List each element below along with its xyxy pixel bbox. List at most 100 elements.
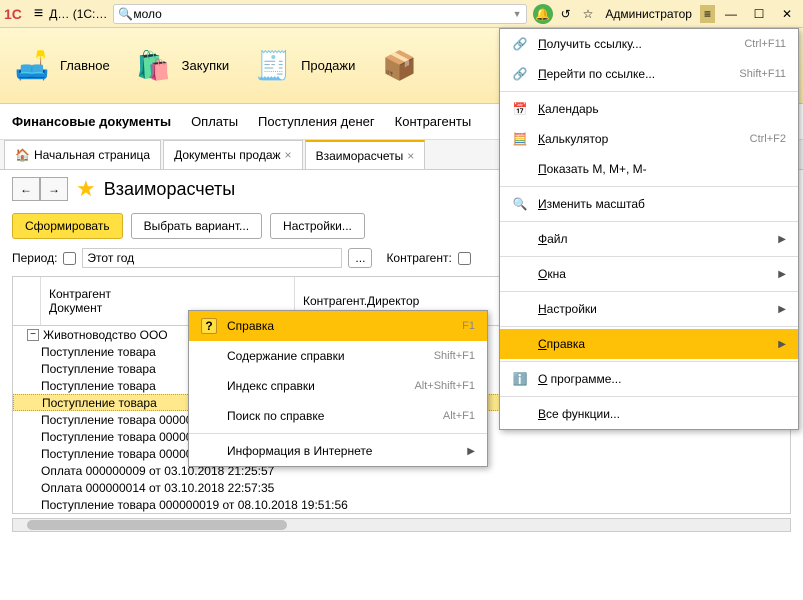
bag-icon: 🛍️ (134, 46, 174, 86)
submenu-label: Содержание справки (227, 349, 424, 363)
close-button[interactable]: ✕ (775, 5, 799, 23)
submenu-label: Поиск по справке (227, 409, 433, 423)
collapse-icon[interactable]: − (27, 329, 39, 341)
menu-item[interactable]: Справка ▶ (500, 329, 798, 359)
menu-item[interactable]: 🔗 Получить ссылку... Ctrl+F11 (500, 29, 798, 59)
menu-item[interactable]: 📅 Календарь (500, 94, 798, 124)
form-button[interactable]: Сформировать (12, 213, 123, 239)
menu-item[interactable]: 🔍 Изменить масштаб (500, 189, 798, 219)
period-checkbox[interactable] (63, 252, 76, 265)
hamburger-icon[interactable]: ≡ (34, 5, 43, 23)
menu-item[interactable]: Окна▶ (500, 259, 798, 289)
tab-sales-docs[interactable]: Документы продаж × (163, 140, 303, 169)
menu-label: Получить ссылку... (538, 37, 734, 51)
chevron-right-icon: ▶ (467, 446, 475, 457)
menu-label: Все функции... (538, 407, 786, 421)
back-button[interactable]: ← (12, 177, 40, 201)
main-menu: 🔗 Получить ссылку... Ctrl+F11🔗 Перейти по с… (499, 28, 799, 430)
menu-label: Календарь (538, 102, 786, 116)
close-icon[interactable]: × (407, 149, 414, 163)
bell-icon[interactable]: 🔔 (533, 4, 553, 24)
menu-icon: ℹ️ (512, 372, 528, 386)
tab-label: Начальная страница (34, 148, 150, 162)
menu-icon: 🔗 (512, 37, 528, 51)
submenu-item[interactable]: Поиск по справке Alt+F1 (189, 401, 487, 431)
menu-item[interactable]: Файл▶ (500, 224, 798, 254)
tab-home[interactable]: 🏠 Начальная страница (4, 140, 161, 169)
subnav-item[interactable]: Оплаты (191, 114, 238, 129)
counterparty-label: Контрагент: (386, 251, 451, 265)
box-icon: 📦 (379, 46, 419, 86)
user-label[interactable]: Администратор (601, 5, 696, 23)
menu-shortcut: Ctrl+F2 (750, 133, 786, 145)
settings-menu-button[interactable]: ≡ (700, 5, 715, 23)
nav-more[interactable]: 📦 (379, 46, 419, 86)
menu-item[interactable]: Показать M, M+, M- (500, 154, 798, 184)
menu-shortcut: Shift+F11 (739, 68, 786, 80)
nav-label: Продажи (301, 58, 355, 73)
menu-item[interactable]: Все функции... (500, 399, 798, 429)
menu-shortcut: Ctrl+F11 (744, 38, 786, 50)
period-picker-button[interactable]: ... (348, 248, 372, 268)
menu-label: Окна (538, 267, 768, 281)
menu-label: О программе... (538, 372, 786, 386)
submenu-shortcut: Shift+F1 (434, 350, 475, 362)
favorite-icon[interactable]: ★ (76, 176, 96, 202)
col-header[interactable]: Контрагент (49, 287, 286, 301)
settings-button[interactable]: Настройки... (270, 213, 365, 239)
star-icon[interactable]: ☆ (579, 5, 598, 23)
submenu-item[interactable]: Информация в Интернете▶ (189, 436, 487, 466)
nav-sales[interactable]: 🧾 Продажи (253, 46, 355, 86)
chevron-right-icon: ▶ (778, 339, 786, 350)
submenu-shortcut: Alt+F1 (443, 410, 475, 422)
close-icon[interactable]: × (285, 148, 292, 162)
subnav-item[interactable]: Финансовые документы (12, 114, 171, 129)
group-label: Животноводство ООО (43, 328, 168, 342)
horizontal-scrollbar[interactable] (12, 518, 791, 532)
submenu-label: Справка (227, 319, 452, 333)
submenu-item[interactable]: Индекс справкиAlt+Shift+F1 (189, 371, 487, 401)
variant-button[interactable]: Выбрать вариант... (131, 213, 262, 239)
window-title: Д… (1С:… (49, 7, 107, 21)
search-box[interactable]: 🔍 ▼ (113, 4, 526, 24)
menu-item[interactable]: 🧮 Калькулятор Ctrl+F2 (500, 124, 798, 154)
menu-label: Изменить масштаб (538, 197, 786, 211)
search-input[interactable] (133, 7, 512, 21)
submenu-label: Индекс справки (227, 379, 404, 393)
period-input[interactable] (82, 248, 342, 268)
forward-button[interactable]: → (40, 177, 68, 201)
subnav-item[interactable]: Контрагенты (395, 114, 472, 129)
help-submenu: ?СправкаF1 Содержание справки Shift+F1 Инде… (188, 310, 488, 467)
submenu-item[interactable]: Содержание справки Shift+F1 (189, 341, 487, 371)
nav-label: Главное (60, 58, 110, 73)
tab-settlements[interactable]: Взаиморасчеты × (305, 140, 426, 169)
counterparty-checkbox[interactable] (458, 252, 471, 265)
search-dropdown-icon[interactable]: ▼ (513, 9, 522, 19)
titlebar: 1C ≡ Д… (1С:… 🔍 ▼ 🔔 ↺ ☆ Администратор ≡ … (0, 0, 803, 28)
subnav-item[interactable]: Поступления денег (258, 114, 375, 129)
maximize-button[interactable]: ☐ (747, 5, 771, 23)
menu-item[interactable]: Настройки ▶ (500, 294, 798, 324)
menu-label: Перейти по ссылке... (538, 67, 729, 81)
menu-icon: 📅 (512, 102, 528, 116)
menu-item[interactable]: ℹ️ О программе... (500, 364, 798, 394)
lamp-icon: 🛋️ (12, 46, 52, 86)
nav-purchases[interactable]: 🛍️ Закупки (134, 46, 229, 86)
history-icon[interactable]: ↺ (557, 5, 575, 23)
data-row[interactable]: Поступление товара 000000019 от 08.10.20… (13, 496, 790, 513)
home-icon: 🏠 (15, 148, 30, 162)
menu-label: Справка (538, 337, 768, 351)
menu-icon: 🧮 (512, 132, 528, 146)
minimize-button[interactable]: — (719, 5, 743, 23)
chevron-right-icon: ▶ (778, 304, 786, 315)
menu-icon: 🔍 (512, 197, 528, 211)
data-row[interactable]: Оплата 000000014 от 03.10.2018 22:57:35 (13, 479, 790, 496)
tab-label: Документы продаж (174, 148, 280, 162)
tab-label: Взаиморасчеты (316, 149, 404, 163)
nav-main[interactable]: 🛋️ Главное (12, 46, 110, 86)
menu-label: Настройки (538, 302, 768, 316)
menu-item[interactable]: 🔗Перейти по ссылке...Shift+F11 (500, 59, 798, 89)
submenu-item[interactable]: ?СправкаF1 (189, 311, 487, 341)
menu-label: Калькулятор (538, 132, 740, 146)
menu-label: Файл (538, 232, 768, 246)
